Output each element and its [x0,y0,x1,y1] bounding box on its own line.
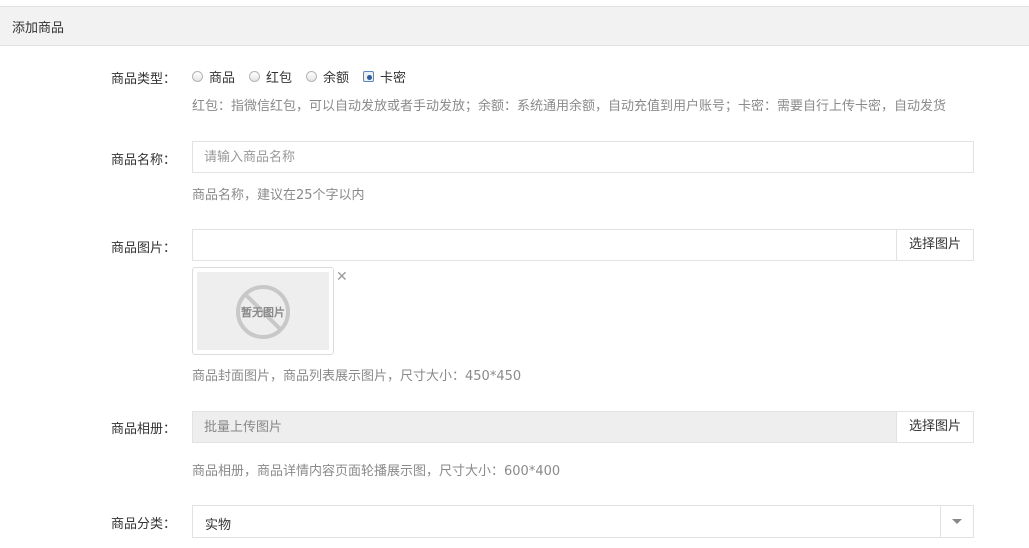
album-help-text: 商品相册，商品详情内容页面轮播展示图，尺寸大小：600*400 [192,464,561,479]
radio-button-icon[interactable] [306,70,318,82]
radio-button-icon[interactable] [192,70,203,82]
panel-title: 添加商品 [12,21,65,36]
album-label: 商品相册： [111,422,177,437]
category-dropdown-toggle[interactable] [940,506,973,537]
category-selected-value: 实物 [205,518,232,533]
panel-header: 添加商品 [0,7,1029,46]
radio-label: 商品 [209,70,236,86]
image-preview: 暂无图片 [192,267,334,355]
image-preview-placeholder: 暂无图片 [197,272,329,350]
type-help-text: 红包：指微信红包，可以自动发放或者手动发放；余额：系统通用余额，自动充值到用户账… [192,99,947,114]
name-label: 商品名称： [111,153,177,168]
category-label: 商品分类： [111,517,177,532]
image-help-text: 商品封面图片，商品列表展示图片，尺寸大小：450*450 [192,369,522,384]
close-icon[interactable]: ✕ [336,270,348,284]
radio-label: 红包 [266,70,293,86]
image-label: 商品图片： [111,241,177,256]
chevron-down-icon [952,519,962,524]
album-input[interactable] [192,411,898,443]
radio-button-icon[interactable] [249,70,261,82]
no-image-text: 暂无图片 [241,306,285,319]
radio-button-checked-icon[interactable] [363,70,375,82]
radio-label: 余额 [323,70,350,86]
type-label: 商品类型： [111,72,177,87]
type-radio-balance[interactable]: 余额 [306,67,349,86]
select-album-images-button[interactable]: 选择图片 [896,411,974,443]
type-radio-redpacket[interactable]: 红包 [249,67,292,86]
category-select[interactable]: 实物 [192,505,974,538]
type-radio-goods[interactable]: 商品 [192,67,235,86]
name-input[interactable] [192,141,974,173]
top-divider [0,0,1029,7]
select-image-button[interactable]: 选择图片 [896,229,974,261]
image-path-input[interactable] [192,229,898,261]
type-radio-card[interactable]: 卡密 [363,67,406,86]
name-help-text: 商品名称，建议在25个字以内 [192,188,365,203]
type-radio-group: 商品 红包 余额 卡密 [192,67,420,86]
radio-label: 卡密 [380,70,407,86]
